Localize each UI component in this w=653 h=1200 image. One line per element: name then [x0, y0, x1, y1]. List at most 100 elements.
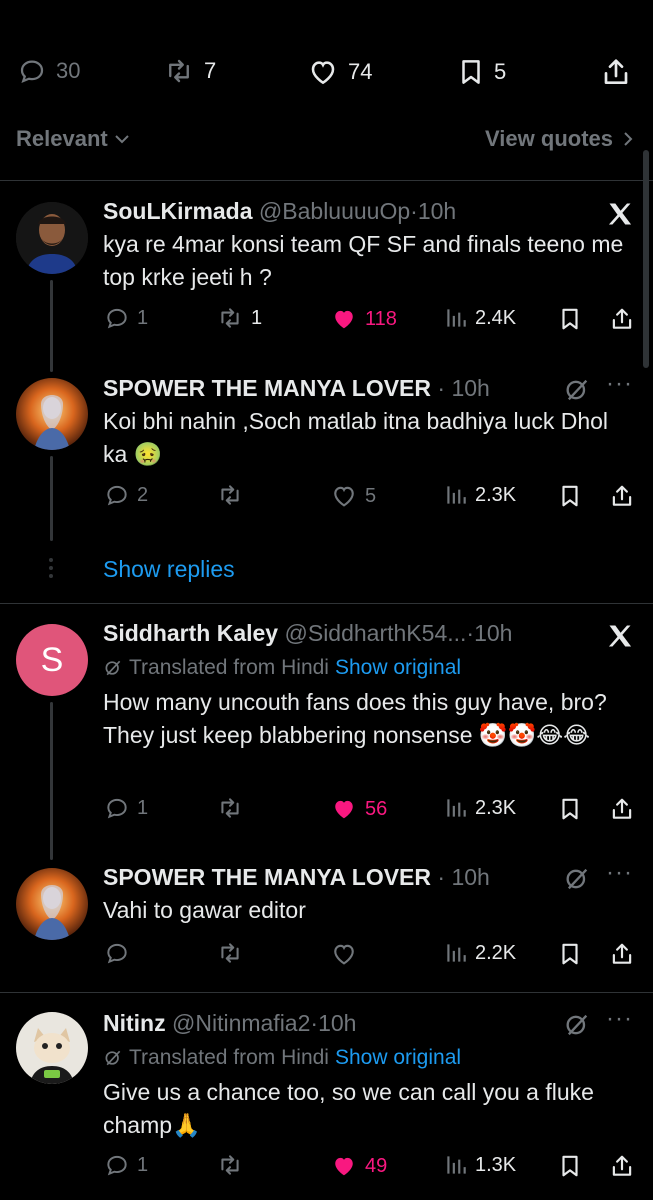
show-replies-link[interactable]: Show replies — [103, 556, 235, 583]
more-options-icon[interactable]: ··· — [606, 370, 633, 398]
share-button[interactable] — [609, 305, 635, 333]
repost-button[interactable] — [215, 795, 245, 821]
bookmark-button[interactable] — [557, 940, 583, 968]
author-handle[interactable]: @SiddharthK54... — [285, 620, 467, 646]
top-like-stat[interactable]: 74 — [306, 56, 372, 88]
reply-actions: 1 56 2.3K — [103, 795, 643, 825]
timestamp: 10h — [417, 198, 457, 224]
reply-button[interactable]: 1 — [103, 1152, 148, 1178]
grok-icon[interactable] — [563, 865, 591, 893]
views-count: 1.3K — [475, 1153, 517, 1176]
views-icon — [447, 799, 466, 817]
dot-separator: · — [310, 1010, 319, 1036]
reply-text: Vahi to gawar editor — [103, 897, 306, 923]
repost-button[interactable] — [215, 940, 245, 966]
more-options-icon[interactable]: ··· — [606, 859, 633, 887]
grok-icon[interactable] — [563, 1011, 591, 1039]
reply-header: SPOWER THE MANYA LOVER · 10h — [103, 864, 490, 891]
reply-text: Koi bhi nahin ,Soch matlab itna badhiya … — [103, 408, 609, 467]
views-count: 2.4K — [475, 306, 517, 329]
author-handle[interactable]: @BabluuuuOp — [259, 198, 410, 224]
share-button[interactable] — [609, 795, 635, 823]
like-button[interactable]: 5 — [329, 482, 376, 510]
reply-actions: 2.2K — [103, 940, 643, 970]
author-name[interactable]: SPOWER THE MANYA LOVER — [103, 864, 431, 890]
avatar[interactable]: S — [16, 624, 88, 696]
reply-button[interactable]: 2 — [103, 482, 148, 508]
repost-button[interactable] — [215, 1152, 245, 1178]
share-button[interactable] — [609, 940, 635, 968]
share-icon — [612, 485, 632, 506]
author-name[interactable]: Siddharth Kaley — [103, 620, 278, 646]
views-button[interactable]: 2.4K — [443, 305, 516, 331]
dot-separator: · — [431, 864, 452, 890]
grok-icon[interactable] — [563, 376, 591, 404]
share-button[interactable] — [609, 482, 635, 510]
reply-header: Nitinz @Nitinmafia2·10h — [103, 1010, 356, 1037]
bookmark-button[interactable] — [557, 482, 583, 510]
repost-icon — [221, 308, 239, 328]
reply-text: Give us a chance too, so we can call you… — [103, 1079, 594, 1138]
heart-icon — [311, 61, 335, 85]
top-reply-count: 30 — [56, 58, 81, 83]
translation-note: Translated from Hindi Show original — [103, 1046, 461, 1070]
translated-label: Translated from Hindi — [129, 1046, 329, 1069]
views-button[interactable]: 2.3K — [443, 795, 516, 821]
like-button[interactable] — [329, 940, 359, 968]
dot-separator: · — [410, 198, 418, 224]
reply-button[interactable]: 1 — [103, 795, 148, 821]
reply-button[interactable]: 1 — [103, 305, 148, 331]
avatar[interactable] — [16, 1012, 88, 1084]
show-original-link[interactable]: Show original — [335, 1046, 461, 1070]
like-button[interactable]: 118 — [329, 305, 397, 333]
relevance-label: Relevant — [16, 126, 108, 151]
repost-button[interactable] — [215, 482, 245, 508]
views-button[interactable]: 2.2K — [443, 940, 516, 966]
share-icon — [612, 798, 632, 819]
views-button[interactable]: 1.3K — [443, 1152, 516, 1178]
reply-icon — [107, 1155, 127, 1176]
top-share-button[interactable] — [600, 56, 632, 88]
view-quotes-link[interactable]: View quotes — [485, 126, 633, 152]
view-quotes-label: View quotes — [485, 126, 613, 151]
repost-icon — [221, 943, 239, 963]
bookmark-icon — [562, 1155, 578, 1177]
repost-icon — [169, 59, 189, 83]
relevance-dropdown[interactable]: Relevant — [16, 126, 130, 152]
chevron-down-icon — [115, 135, 129, 144]
share-icon — [612, 943, 632, 964]
repost-button[interactable]: 1 — [215, 305, 262, 331]
like-count: 49 — [365, 1154, 388, 1177]
views-icon — [447, 309, 466, 327]
avatar[interactable] — [16, 202, 88, 274]
more-options-icon[interactable]: ··· — [606, 1005, 633, 1033]
avatar[interactable] — [16, 868, 88, 940]
reply-header: SouLKirmada @BabluuuuOp·10h — [103, 198, 456, 225]
top-bookmark-stat[interactable]: 5 — [456, 56, 506, 88]
reply-button[interactable] — [103, 940, 131, 966]
author-name[interactable]: SPOWER THE MANYA LOVER — [103, 375, 431, 401]
reply-icon — [107, 308, 127, 329]
avatar[interactable] — [16, 378, 88, 450]
scrollbar[interactable] — [643, 150, 649, 368]
bookmark-icon — [562, 485, 578, 507]
author-name[interactable]: Nitinz — [103, 1010, 166, 1036]
top-repost-stat[interactable]: 7 — [162, 56, 216, 86]
avatar-letter: S — [40, 640, 64, 679]
bookmark-icon — [462, 60, 480, 84]
share-button[interactable] — [609, 1152, 635, 1180]
translate-icon — [105, 1050, 121, 1066]
author-name[interactable]: SouLKirmada — [103, 198, 253, 224]
show-original-link[interactable]: Show original — [335, 656, 461, 680]
top-reply-stat[interactable]: 30 — [16, 56, 80, 86]
views-button[interactable]: 2.3K — [443, 482, 516, 508]
reply-actions: 2 5 2.3K — [103, 482, 643, 512]
bookmark-button[interactable] — [557, 305, 583, 333]
like-button[interactable]: 56 — [329, 795, 387, 823]
author-handle[interactable]: @Nitinmafia2 — [172, 1010, 310, 1036]
heart-icon — [334, 486, 354, 507]
top-like-count: 74 — [348, 59, 373, 84]
bookmark-button[interactable] — [557, 795, 583, 823]
bookmark-button[interactable] — [557, 1152, 583, 1180]
like-button[interactable]: 49 — [329, 1152, 387, 1180]
